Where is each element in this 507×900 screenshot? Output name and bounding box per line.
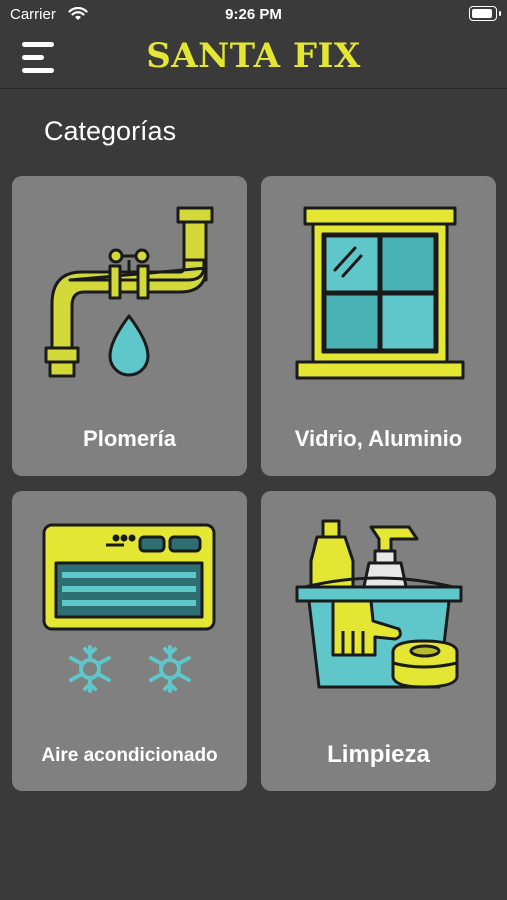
category-label: Aire acondicionado — [41, 745, 218, 766]
status-bar: Carrier 9:26 PM — [0, 0, 507, 30]
air-conditioner-icon — [12, 491, 247, 711]
category-label: Vidrio, Aluminio — [294, 426, 463, 451]
navigation-bar: SANTA FIX — [0, 30, 507, 89]
section-title: Categorías — [44, 116, 177, 146]
category-label: Plomería — [83, 426, 176, 451]
clock-time: 9:26 PM — [225, 6, 282, 23]
category-card-limpieza[interactable]: Limpieza — [261, 491, 496, 791]
cleaning-supplies-icon — [261, 491, 496, 711]
battery-icon — [469, 6, 501, 21]
category-label: Limpieza — [327, 741, 430, 768]
category-card-aire-acondicionado[interactable]: Aire acondicionado — [12, 491, 247, 791]
pipe-faucet-icon — [12, 176, 247, 396]
category-card-plomeria[interactable]: Plomería — [12, 176, 247, 476]
category-card-vidrio-aluminio[interactable]: Vidrio, Aluminio — [261, 176, 496, 476]
window-icon — [261, 176, 496, 396]
app-title: SANTA FIX — [146, 36, 361, 76]
